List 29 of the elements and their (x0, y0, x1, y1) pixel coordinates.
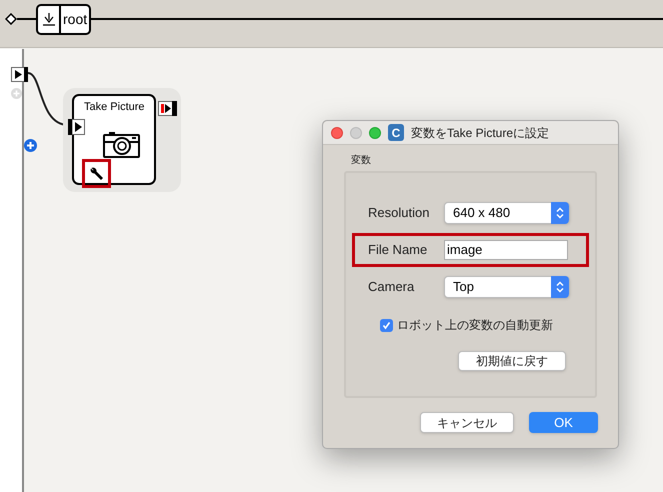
field-label: Camera (368, 278, 416, 296)
wrench-icon (89, 166, 104, 181)
breadcrumb-label: root (62, 10, 88, 29)
checkbox-label: ロボット上の変数の自動更新 (397, 317, 553, 334)
settings-button[interactable] (82, 159, 111, 188)
checkbox[interactable] (380, 318, 393, 332)
stepper-icon (551, 202, 569, 224)
field-label: Resolution (368, 204, 430, 222)
output-port-icon[interactable] (158, 101, 177, 116)
group-label: 変数 (351, 154, 372, 168)
input-port-icon[interactable] (68, 119, 85, 135)
camera-icon (103, 131, 140, 158)
text-field[interactable]: image (444, 240, 568, 260)
node-title: Take Picture (84, 100, 145, 115)
app-badge: C (388, 124, 404, 141)
check-icon (382, 320, 391, 330)
download-arrow-icon (42, 12, 56, 27)
cancel-button[interactable]: キャンセル (420, 412, 514, 433)
close-button[interactable] (331, 126, 343, 138)
stepper-icon (551, 276, 569, 298)
add-circle-icon[interactable] (24, 139, 37, 152)
field-label: File Name (368, 241, 428, 260)
ok-button[interactable]: OK (529, 412, 598, 433)
dropdown[interactable]: Top (444, 276, 570, 298)
breadcrumb-chip[interactable]: root (36, 4, 92, 35)
reset-button[interactable]: 初期値に戻す (458, 351, 566, 371)
input-port-icon[interactable] (11, 67, 28, 82)
dropdown[interactable]: 640 x 480 (444, 202, 570, 224)
window-title: 変数をTake Pictureに設定 (411, 124, 550, 142)
